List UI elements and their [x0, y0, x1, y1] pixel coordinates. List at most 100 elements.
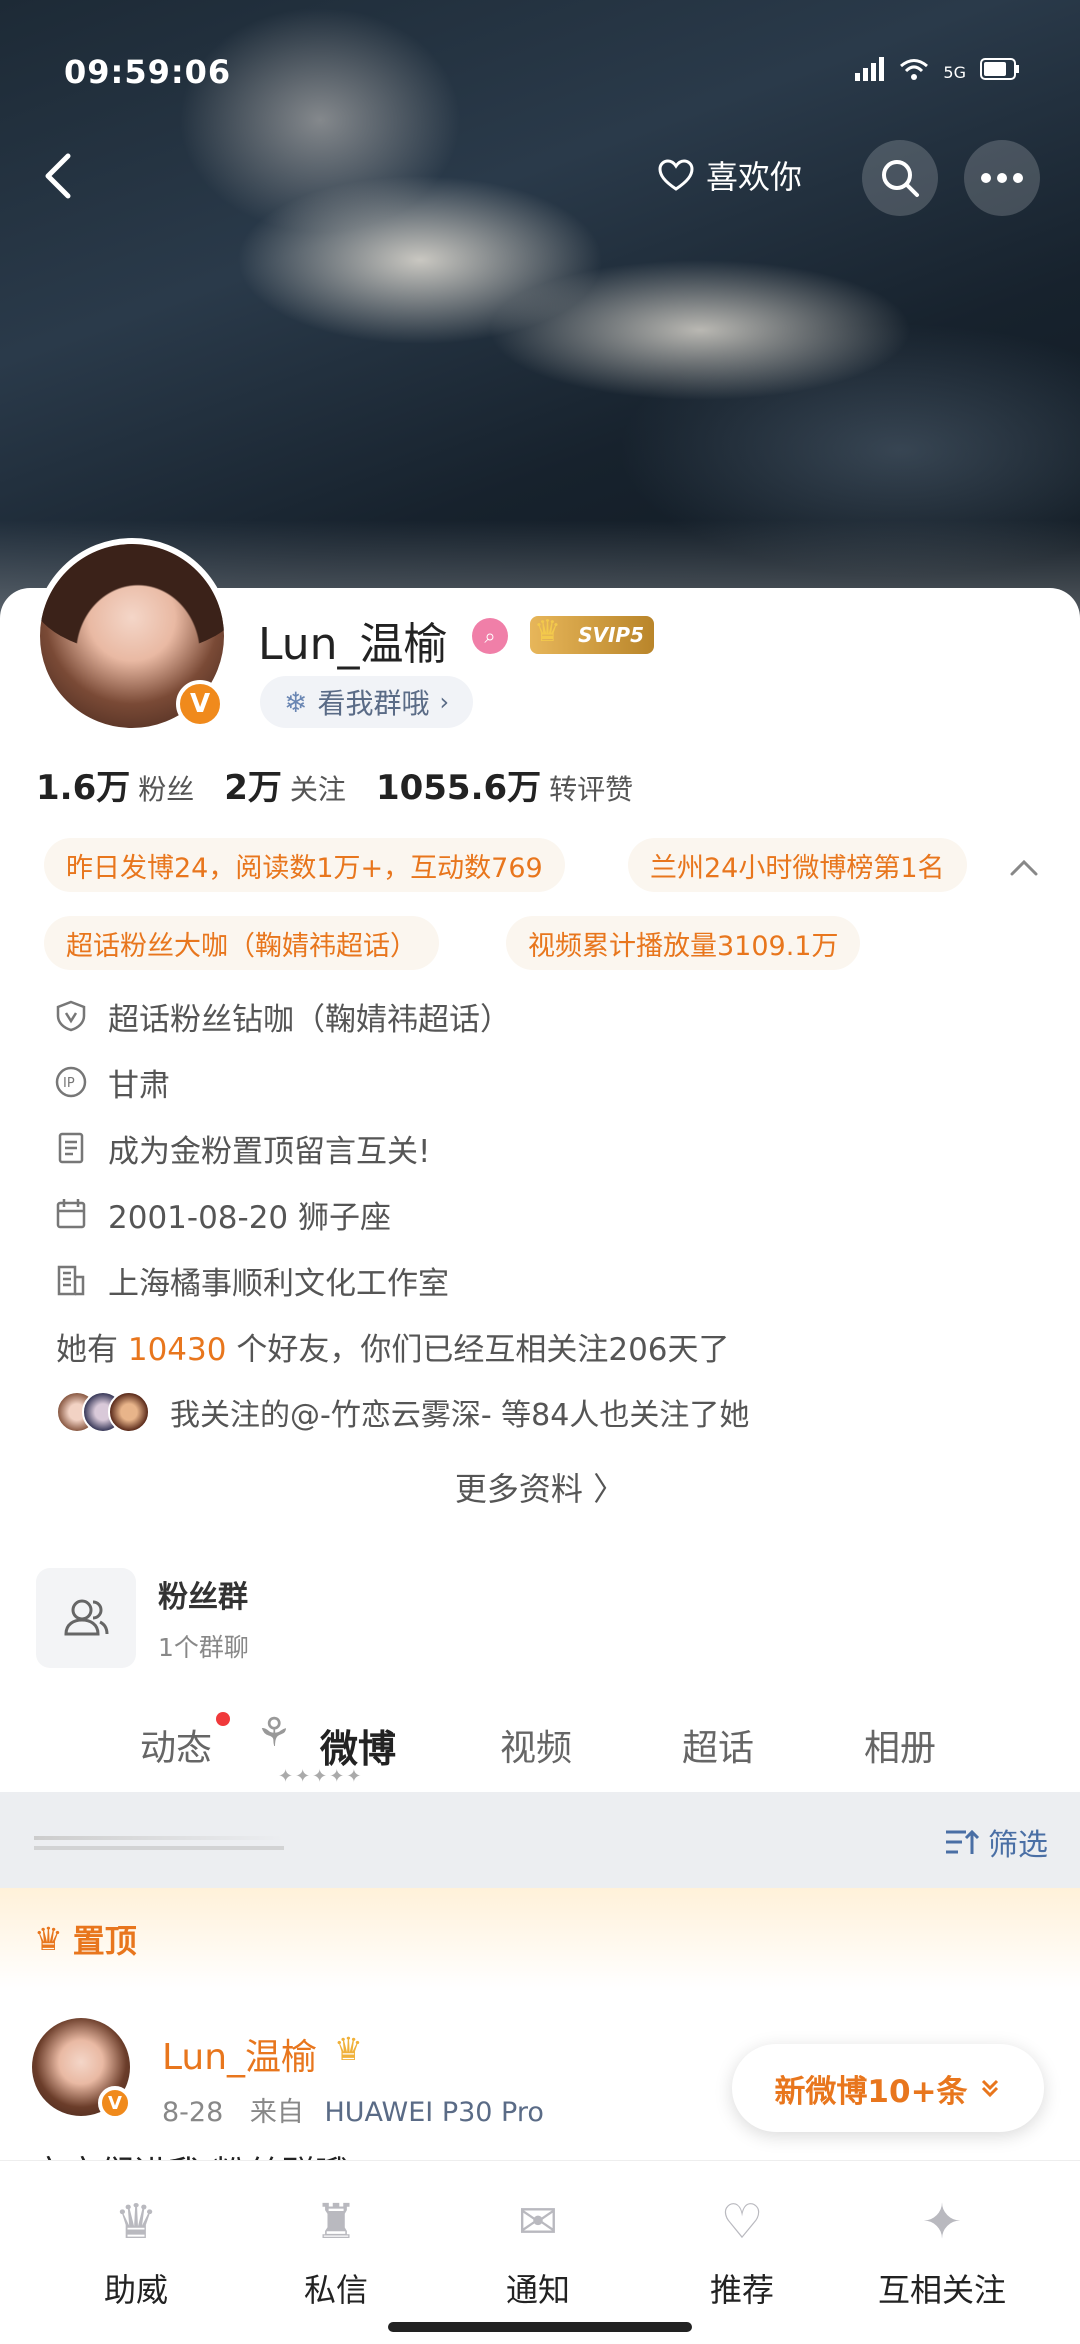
tab-dynamics-dot: [216, 1712, 230, 1726]
like-you-button[interactable]: 喜欢你: [656, 150, 802, 200]
more-info-link[interactable]: 更多资料 〉: [0, 1464, 1080, 1510]
status-bar: 09:59:06 5G: [64, 52, 1020, 92]
verified-badge: V: [176, 680, 224, 728]
top-bar: 喜欢你: [0, 140, 1080, 216]
stat-following-label: 关注: [289, 773, 346, 806]
chip-super-topic[interactable]: 超话粉丝大咖（鞠婧祎超话）: [44, 916, 439, 970]
building-icon: [54, 1263, 88, 1297]
info-company-text: 上海橘事顺利文化工作室: [108, 1265, 449, 1302]
chevron-right-icon: ›: [439, 688, 450, 716]
chip-video-views[interactable]: 视频累计播放量3109.1万: [506, 916, 861, 970]
filter-label: 筛选: [988, 1828, 1048, 1863]
tab-album[interactable]: 相册: [864, 1719, 936, 1771]
fan-group-entry[interactable]: 粉丝群 1个群聊: [36, 1568, 249, 1668]
envelope-art-icon: ✉: [517, 2194, 559, 2250]
nav-recommend-label: 推荐: [709, 2271, 774, 2309]
tab-super-topic[interactable]: 超话: [682, 1719, 754, 1771]
info-birthday: 2001-08-20 狮子座: [54, 1192, 391, 1236]
collapse-button[interactable]: [1004, 848, 1044, 888]
snowflake-icon: ❄: [284, 685, 308, 719]
mutual-follows[interactable]: 我关注的@-竹恋云雾深- 等84人也关注了她: [56, 1390, 749, 1434]
calendar-icon: [54, 1197, 88, 1231]
lantern-art-icon: ♜: [314, 2194, 358, 2250]
chevron-up-icon: [1010, 859, 1038, 876]
chip-ranking[interactable]: 兰州24小时微博榜第1名: [628, 838, 967, 892]
new-posts-label: 新微博10+条: [774, 2073, 968, 2110]
nav-notifications[interactable]: ✉ 通知: [448, 2161, 628, 2311]
group-pill-label: 看我群哦: [317, 687, 430, 720]
info-super-topic-text: 超话粉丝钻咖（鞠婧祎超话）: [108, 1001, 511, 1038]
fan-group-title: 粉丝群: [158, 1580, 248, 1615]
heart-crown-art-icon: ♡: [720, 2194, 764, 2250]
chip-daily-stats[interactable]: 昨日发博24，阅读数1万+，互动数769: [44, 838, 565, 892]
rose-decoration-icon: ⚘: [256, 1710, 292, 1756]
signal-icon: [855, 57, 885, 87]
post-vip-crown-icon: ♛: [334, 2030, 363, 2068]
nav-mutual-follow[interactable]: ✦ 互相关注: [852, 2161, 1032, 2311]
stat-likes[interactable]: 1055.6万 转评赞: [376, 760, 633, 809]
nav-notifications-label: 通知: [505, 2271, 570, 2309]
friends-count[interactable]: 10430: [128, 1332, 227, 1368]
info-bio: 成为金粉置顶留言互关!: [54, 1126, 430, 1170]
status-time: 09:59:06: [64, 53, 232, 91]
info-super-topic: 超话粉丝钻咖（鞠婧祎超话）: [54, 994, 511, 1038]
battery-icon: [980, 58, 1020, 86]
info-bio-text: 成为金粉置顶留言互关!: [108, 1133, 431, 1170]
group-pill-button[interactable]: ❄ 看我群哦 ›: [260, 676, 474, 728]
filter-bar: 筛选: [0, 1792, 1080, 1888]
post-verified-badge: V: [98, 2086, 132, 2120]
post-author[interactable]: Lun_温榆: [162, 2028, 317, 2080]
nav-recommend[interactable]: ♡ 推荐: [652, 2161, 832, 2311]
sparkle-decoration-icon: ✦✦✦✦✦: [278, 1766, 364, 1787]
nav-cheer-label: 助威: [103, 2271, 168, 2309]
svip-badge[interactable]: SVIP5: [530, 614, 654, 654]
bottom-nav: ♛ 助威 ♜ 私信 ✉ 通知 ♡ 推荐 ✦ 互相关注: [0, 2160, 1080, 2344]
fan-group-subtitle: 1个群聊: [158, 1633, 249, 1662]
profile-tabs: 动态 ⚘ 微博 ✦✦✦✦✦ 视频 超话 相册: [0, 1700, 1080, 1790]
filter-button[interactable]: 筛选: [944, 1820, 1048, 1864]
post-meta: 8-28 来自 HUAWEI P30 Pro: [162, 2090, 544, 2129]
pinned-text: 置顶: [72, 1922, 137, 1960]
info-birthday-text: 2001-08-20 狮子座: [108, 1199, 392, 1236]
wifi-icon: [899, 57, 929, 87]
post-date: 8-28: [162, 2097, 224, 2128]
search-icon: [882, 160, 919, 197]
new-posts-button[interactable]: 新微博10+条: [732, 2044, 1044, 2132]
filter-icon: [946, 1829, 980, 1854]
back-button[interactable]: [30, 146, 90, 206]
mutual-avatar: [108, 1391, 150, 1433]
friends-prefix: 她有: [56, 1332, 118, 1368]
home-indicator[interactable]: [388, 2322, 692, 2332]
document-icon: [54, 1131, 88, 1165]
stat-likes-label: 转评赞: [549, 773, 634, 806]
nav-messages[interactable]: ♜ 私信: [246, 2161, 426, 2311]
info-ip-text: 甘肃: [108, 1067, 170, 1104]
stat-fans[interactable]: 1.6万 粉丝: [36, 760, 194, 809]
avatar-hair: [40, 544, 224, 654]
search-button[interactable]: [862, 140, 938, 216]
nav-mutual-follow-label: 互相关注: [877, 2271, 1006, 2309]
more-button[interactable]: [964, 140, 1040, 216]
post-source[interactable]: HUAWEI P30 Pro: [324, 2097, 543, 2128]
double-chevron-down-icon: [981, 2079, 998, 2098]
profile-username: Lun_温榆: [258, 619, 448, 670]
fan-badge-icon[interactable]: ⌕: [472, 618, 508, 654]
mutual-text: 我关注的@-竹恋云雾深- 等84人也关注了她: [170, 1398, 750, 1433]
friends-suffix: 个好友，你们已经互相关注206天了: [236, 1332, 730, 1368]
stat-following-num: 2万: [224, 768, 282, 808]
star-art-icon: ✦: [921, 2194, 963, 2250]
friends-summary: 她有 10430 个好友，你们已经互相关注206天了: [56, 1324, 730, 1369]
shield-v-icon: [54, 999, 88, 1033]
info-company: 上海橘事顺利文化工作室: [54, 1258, 449, 1302]
tab-weibo[interactable]: 微博: [320, 1718, 396, 1773]
svg-text:IP: IP: [63, 1076, 75, 1091]
profile-stats: 1.6万 粉丝 2万 关注 1055.6万 转评赞: [36, 760, 633, 809]
nav-cheer[interactable]: ♛ 助威: [46, 2161, 226, 2311]
post-source-prefix: 来自: [249, 2097, 304, 2128]
tab-dynamics[interactable]: 动态: [140, 1719, 212, 1771]
like-you-label: 喜欢你: [706, 158, 803, 196]
stat-fans-label: 粉丝: [138, 773, 195, 806]
heart-hand-icon: [658, 159, 694, 191]
stat-following[interactable]: 2万 关注: [224, 760, 346, 809]
tab-video[interactable]: 视频: [500, 1719, 572, 1771]
